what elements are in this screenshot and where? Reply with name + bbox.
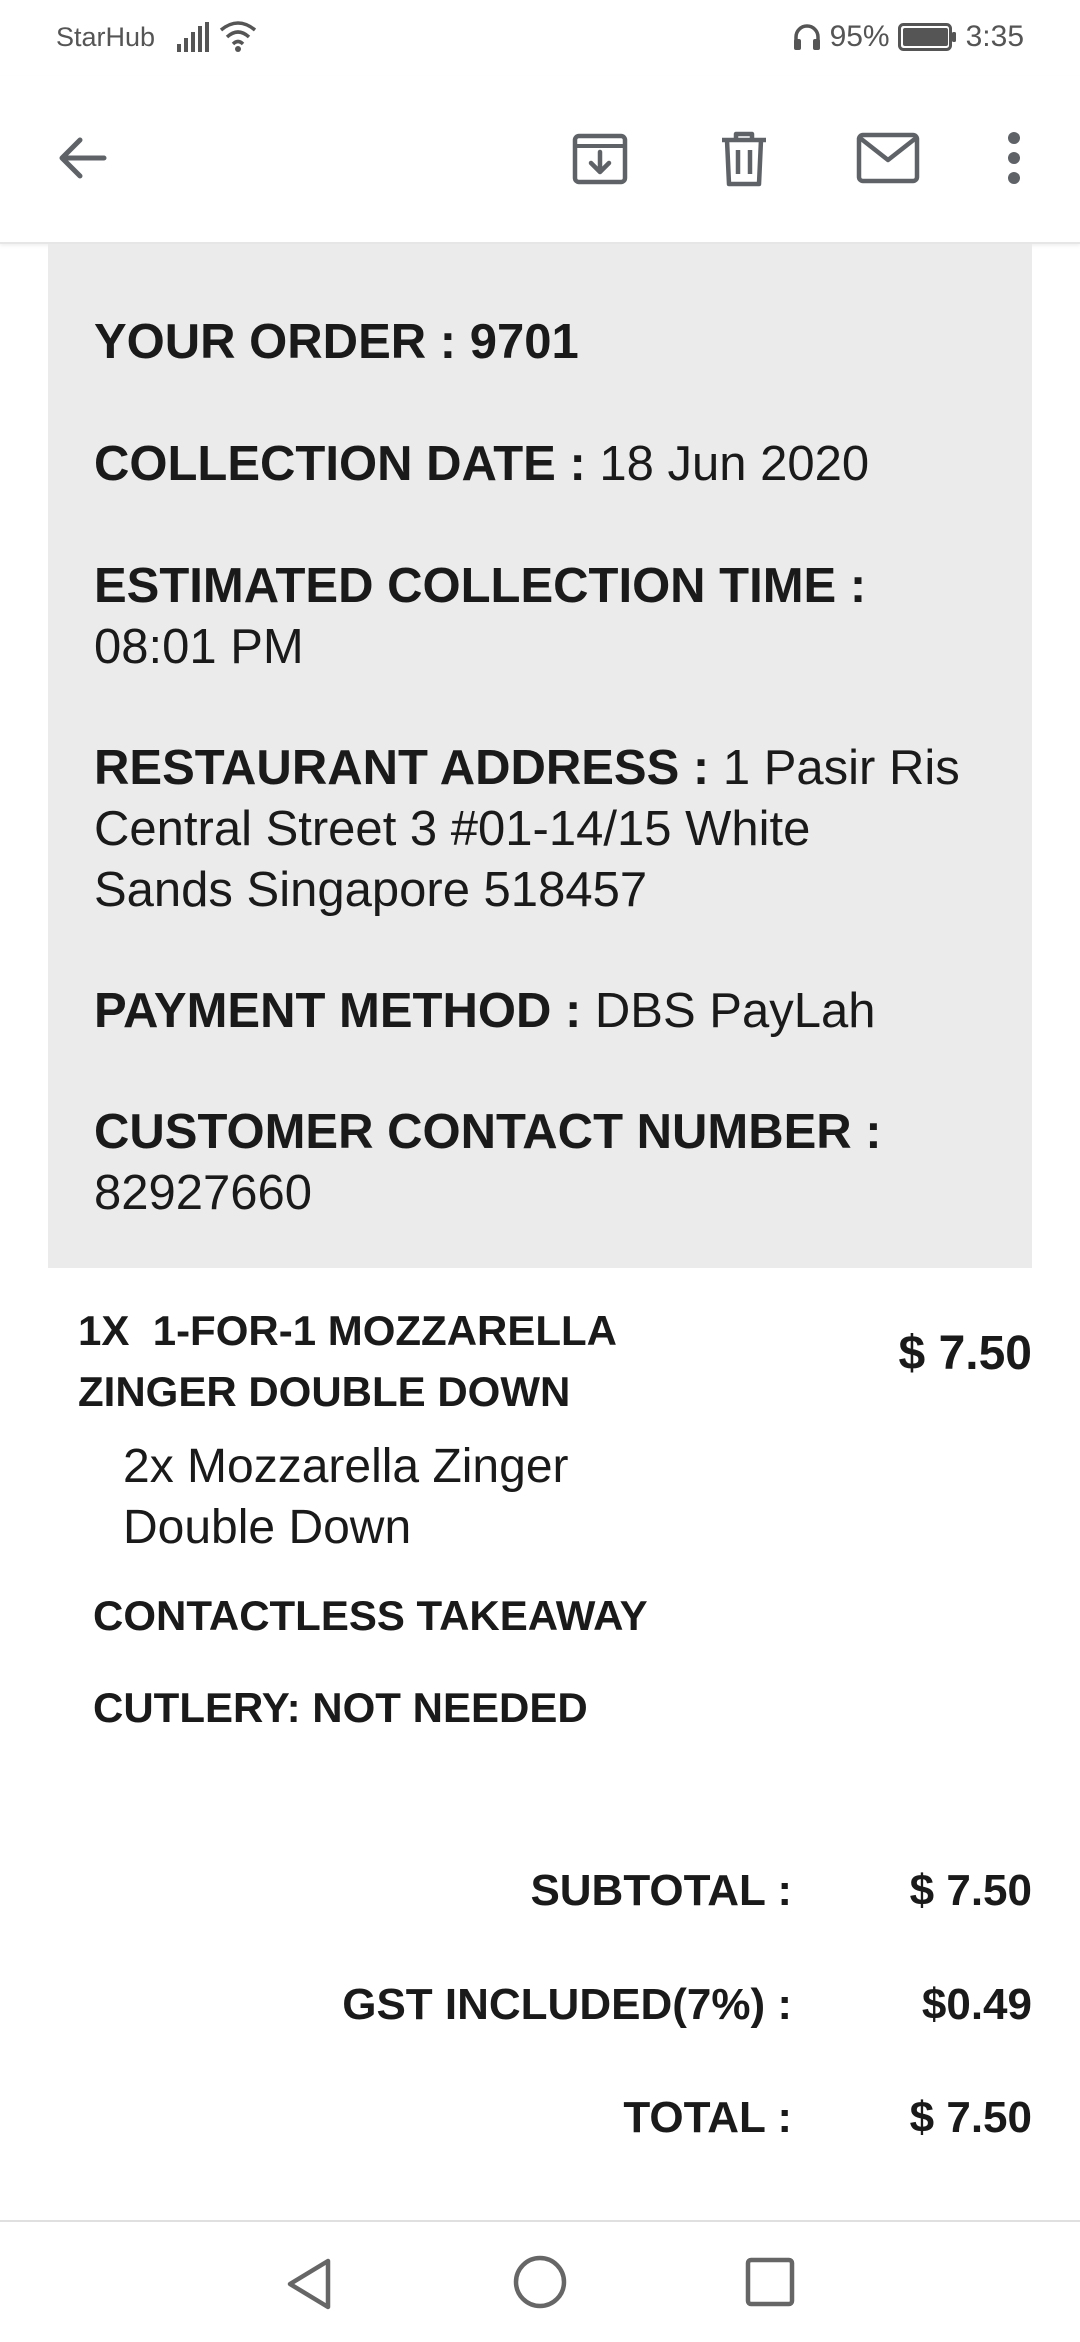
- item-detail: 2x Mozzarella Zinger Double Down: [123, 1436, 569, 1558]
- item-name-line1: 1X 1-FOR-1 MOZZARELLA: [78, 1307, 618, 1354]
- restaurant-address-field: RESTAURANT ADDRESS : 1 Pasir Ris Central…: [94, 738, 994, 921]
- option-cutlery: CUTLERY: NOT NEEDED: [93, 1684, 588, 1731]
- carrier-label: StarHub: [56, 22, 156, 52]
- gst-label: GST INCLUDED(7%) :: [342, 1980, 792, 2029]
- gst-value: $0.49: [921, 1980, 1032, 2029]
- collection-date-value: 18 Jun 2020: [599, 437, 870, 491]
- item-name: 1X 1-FOR-1 MOZZARELLA ZINGER DOUBLE DOWN: [78, 1300, 698, 1422]
- restaurant-address-label: RESTAURANT ADDRESS :: [94, 741, 710, 795]
- battery-percent: 95%: [829, 20, 890, 53]
- restaurant-address-line1: 1 Pasir Ris: [722, 741, 960, 795]
- battery-icon: [897, 23, 956, 51]
- archive-icon[interactable]: [558, 116, 642, 200]
- payment-method-value: DBS PayLah: [594, 984, 876, 1038]
- total-label: TOTAL :: [623, 2093, 792, 2142]
- payment-method-field: PAYMENT METHOD : DBS PayLah: [94, 981, 994, 1042]
- more-vert-icon[interactable]: [990, 116, 1038, 200]
- contact-number-value[interactable]: 82927660: [94, 1166, 312, 1220]
- option-contactless-takeaway: CONTACTLESS TAKEAWAY: [93, 1592, 648, 1639]
- restaurant-address-line2: Central Street 3 #01-14/15 White: [94, 802, 811, 856]
- nav-home-icon[interactable]: [512, 2254, 568, 2310]
- wifi-icon: [219, 21, 257, 52]
- delete-icon[interactable]: [702, 116, 786, 200]
- collection-time-label: ESTIMATED COLLECTION TIME :: [94, 559, 867, 613]
- navigation-bar: [0, 2220, 1080, 2342]
- contact-number-field: CUSTOMER CONTACT NUMBER : 82927660: [94, 1102, 994, 1224]
- contact-number-label: CUSTOMER CONTACT NUMBER :: [94, 1105, 882, 1159]
- back-arrow-icon[interactable]: [40, 116, 124, 200]
- subtotal-label: SUBTOTAL :: [530, 1866, 792, 1915]
- collection-time-value: 08:01 PM: [94, 620, 304, 674]
- status-bar: StarHub 95% 3:35: [0, 0, 1080, 76]
- clock: 3:35: [965, 20, 1024, 53]
- collection-date-field: COLLECTION DATE : 18 Jun 2020: [94, 434, 994, 495]
- order-number-label: YOUR ORDER :: [94, 315, 457, 369]
- payment-method-label: PAYMENT METHOD :: [94, 984, 582, 1038]
- total-value: $ 7.50: [909, 2093, 1032, 2142]
- collection-date-label: COLLECTION DATE :: [94, 437, 586, 491]
- status-right: 95% 3:35: [792, 20, 1024, 54]
- headset-icon: [793, 24, 820, 50]
- nav-recents-icon[interactable]: [744, 2256, 796, 2308]
- order-number-value: 9701: [469, 315, 579, 369]
- item-detail-line1: 2x Mozzarella Zinger: [123, 1440, 569, 1493]
- item-name-line2: ZINGER DOUBLE DOWN: [78, 1368, 571, 1415]
- restaurant-address-line3: Sands Singapore 518457: [94, 863, 648, 917]
- nav-back-icon[interactable]: [284, 2256, 334, 2312]
- app-bar: [0, 76, 1080, 244]
- order-details-card: YOUR ORDER : 9701 COLLECTION DATE : 18 J…: [48, 244, 1032, 1268]
- item-price: $ 7.50: [898, 1327, 1032, 1380]
- subtotal-value: $ 7.50: [909, 1866, 1032, 1915]
- mail-icon[interactable]: [846, 116, 930, 200]
- order-number-field: YOUR ORDER : 9701: [94, 312, 994, 373]
- signal-icon: [177, 22, 209, 52]
- collection-time-field: ESTIMATED COLLECTION TIME : 08:01 PM: [94, 556, 994, 678]
- item-detail-line2: Double Down: [123, 1501, 412, 1554]
